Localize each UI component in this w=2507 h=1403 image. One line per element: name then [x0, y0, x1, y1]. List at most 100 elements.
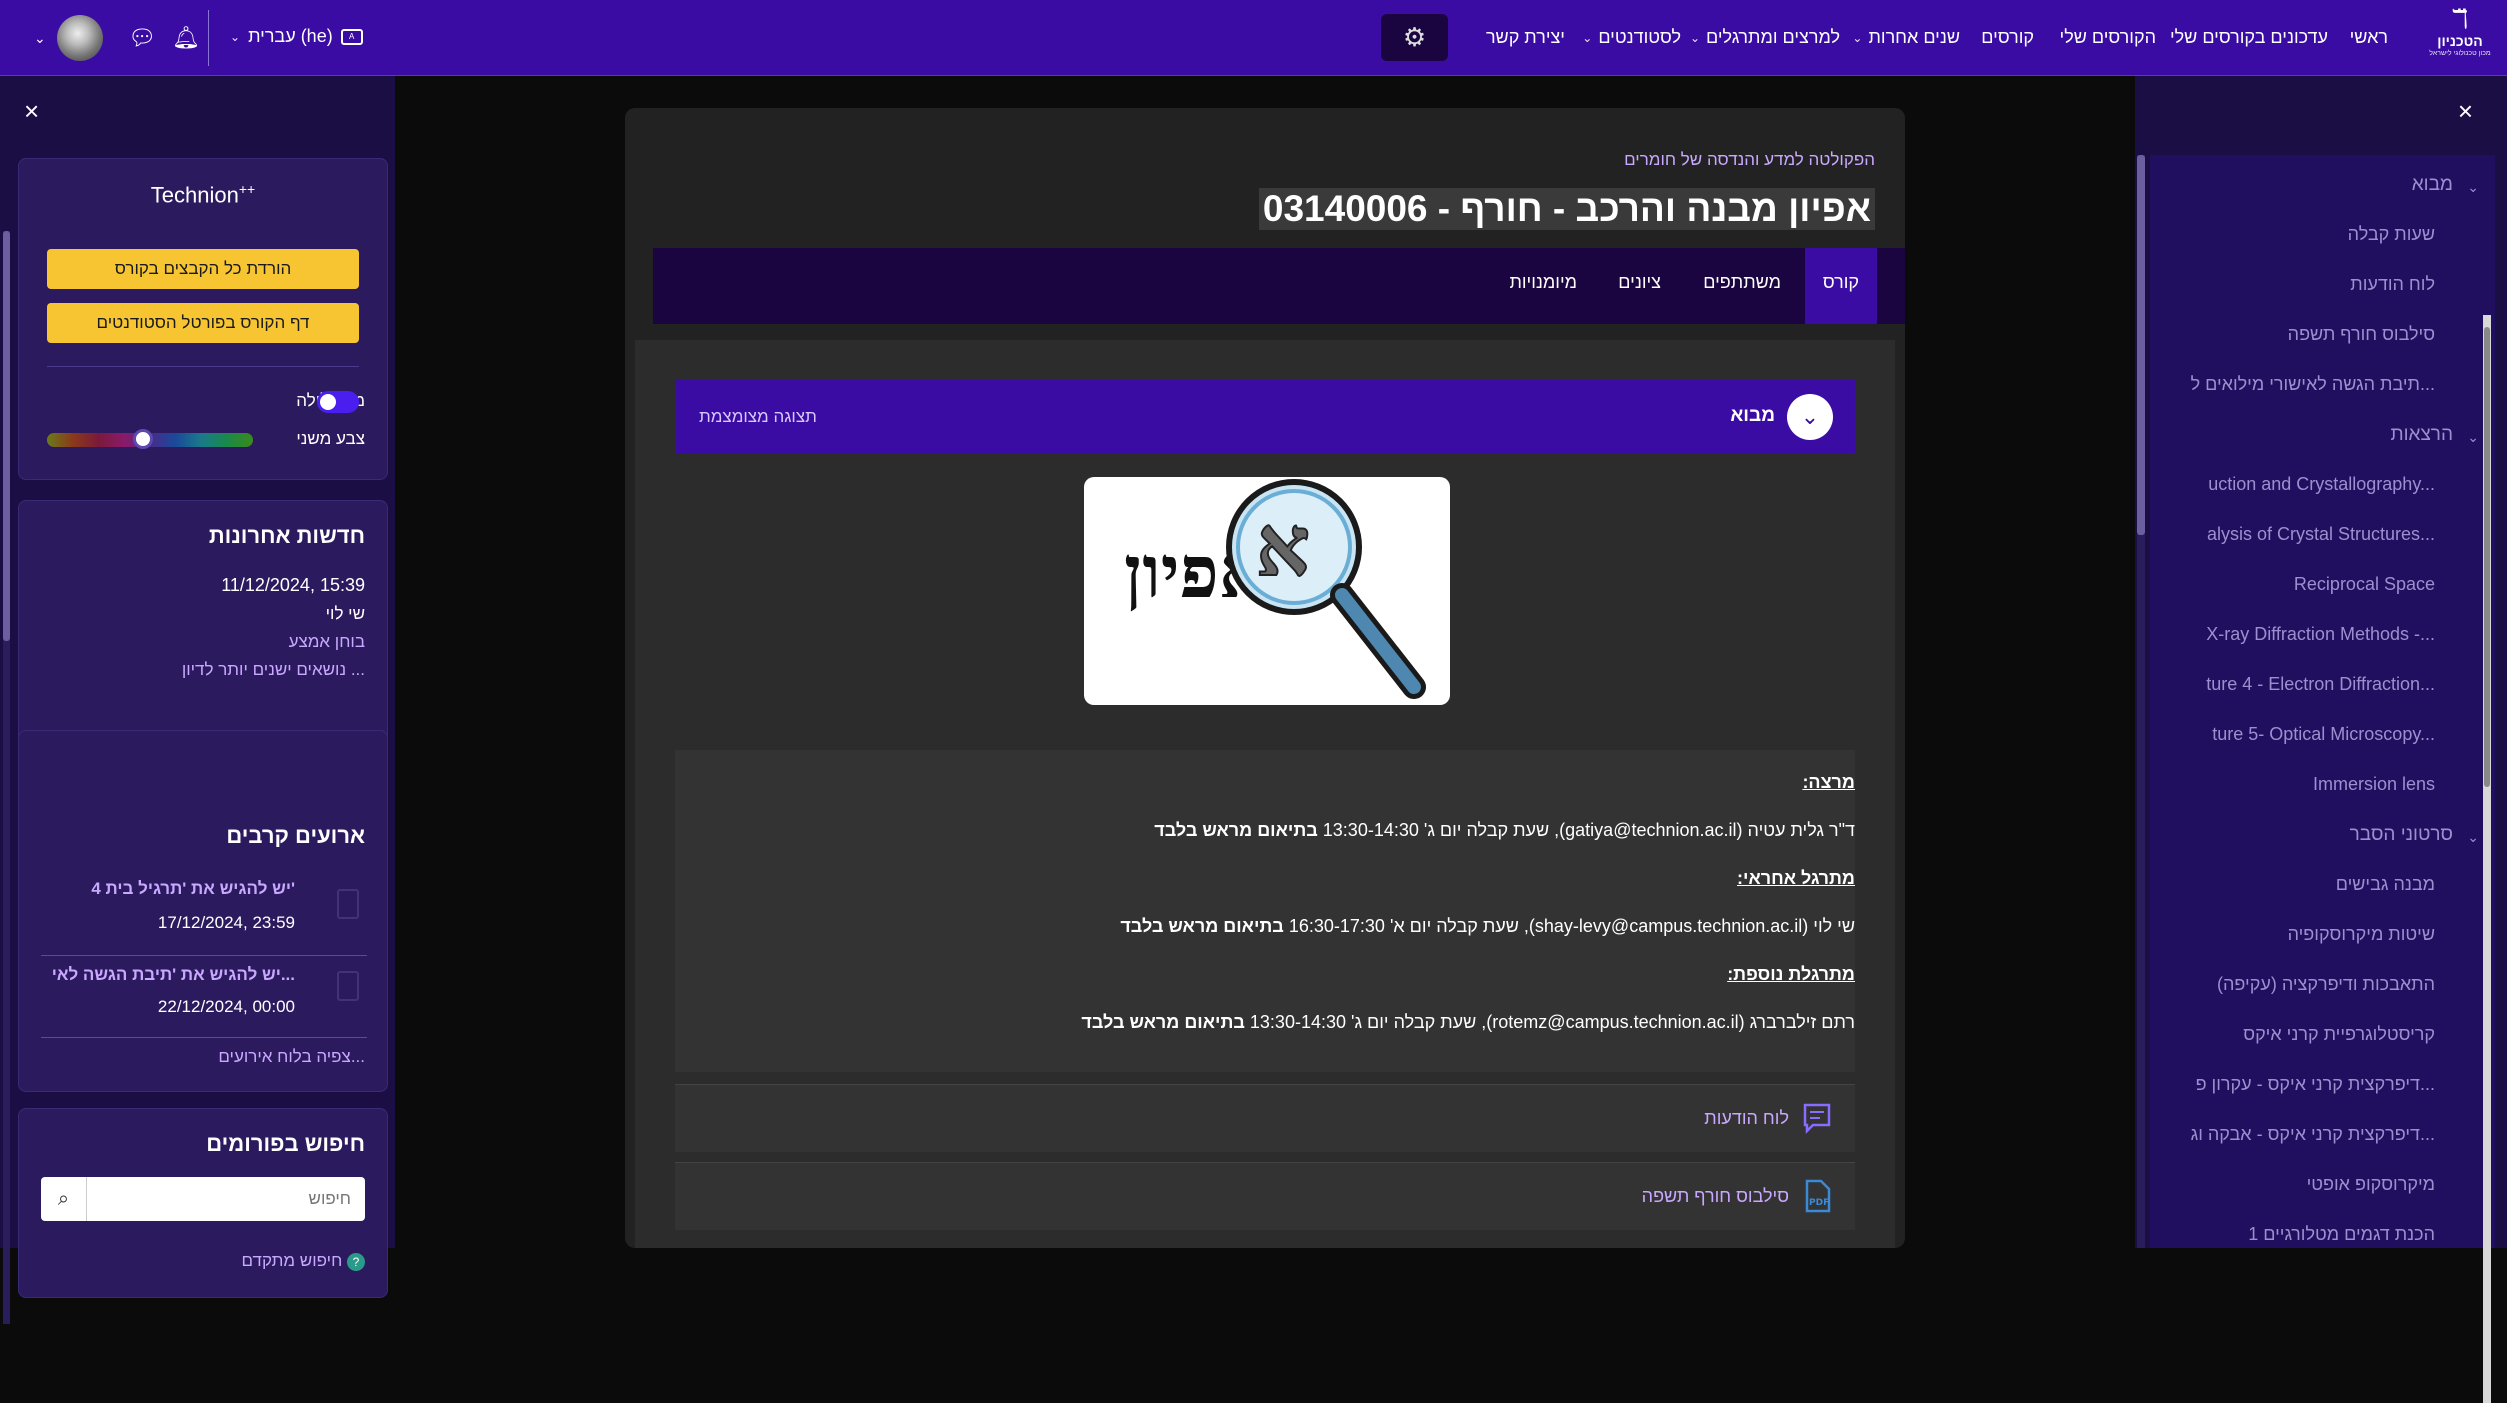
activity-syllabus[interactable]: PDF סילבוס חורף תשפה — [675, 1162, 1855, 1230]
nav-students[interactable]: ⌄ לסטודנטים — [1582, 27, 1681, 48]
nav-courses-label: קורסים — [1981, 27, 2034, 47]
tab-course[interactable]: קורס — [1804, 248, 1877, 324]
index-section[interactable]: סרטוני הסבר — [2350, 824, 2453, 846]
chevron-down-icon[interactable]: ⌄ — [2467, 179, 2479, 196]
scrollbar[interactable] — [2137, 155, 2145, 1248]
upcoming-events-block: ארועים קרבים יש להגיש את 'תרגיל בית 4' 1… — [18, 730, 388, 1092]
secondary-color-slider[interactable] — [47, 429, 253, 449]
chevron-down-icon: ⌄ — [1800, 404, 1820, 429]
index-section[interactable]: מבוא — [2412, 174, 2453, 196]
ta-line: שי לוי (shay-levy@campus.technion.ac.il)… — [1120, 916, 1855, 937]
scrollbar[interactable] — [3, 231, 10, 1324]
faculty-breadcrumb[interactable]: הפקולטה למדע והנדסה של חומרים — [1624, 150, 1875, 170]
index-item[interactable]: uction and Crystallography... — [2208, 474, 2435, 495]
chat-icon[interactable]: 💬︎ — [128, 25, 156, 51]
nav-home[interactable]: ראשי — [2350, 27, 2388, 48]
top-navbar: ℸ̈ הטכניון מכון טכנולוגי לישראל ראשי עדכ… — [0, 0, 2507, 76]
index-item[interactable]: ture 4 - Electron Diffraction... — [2206, 674, 2435, 695]
older-topics-link[interactable]: נושאים ישנים יותר לדיון ... — [182, 660, 365, 680]
tab-participants[interactable]: משתתפים — [1703, 272, 1781, 293]
activity-label[interactable]: סילבוס חורף תשפה — [1642, 1186, 1789, 1207]
index-item[interactable]: סילבוס חורף תשפה — [2288, 324, 2435, 345]
technion-logo[interactable]: ℸ̈ הטכניון מכון טכנולוגי לישראל — [2427, 5, 2493, 71]
cog-icon: ⚙ — [1402, 22, 1427, 52]
activity-forum[interactable]: לוח הודעות — [675, 1084, 1855, 1152]
compact-view-link[interactable]: תצוגה מצומצמת — [699, 407, 817, 427]
ta-heading: מתרגל אחראי: — [1737, 868, 1855, 888]
index-item[interactable]: קריסטלוגרפיית קרני איקס — [2243, 1024, 2435, 1045]
chevron-down-icon[interactable]: ⌄ — [34, 30, 46, 47]
bell-icon[interactable]: 🔔︎ — [172, 25, 200, 51]
lecturer-details: ד"ר גלית עטיה (gatiya@technion.ac.il), ש… — [1317, 820, 1855, 840]
view-calendar-link[interactable]: צפיה בלוח אירועים... — [218, 1047, 365, 1067]
index-item[interactable]: Reciprocal Space — [2294, 574, 2435, 595]
index-item[interactable]: מיקרוסקופ אופטי — [2307, 1174, 2435, 1195]
language-menu[interactable]: ⌄ עברית (he) A — [230, 26, 363, 47]
page-title: אפיון מבנה והרכב - חורף - 03140006 — [1258, 188, 1875, 230]
index-item[interactable]: דיפרקצית קרני איקס - אבקה וג... — [2191, 1124, 2435, 1145]
index-item[interactable]: ture 5- Optical Microscopy... — [2212, 724, 2435, 745]
index-item[interactable]: alysis of Crystal Structures... — [2207, 524, 2435, 545]
event-link[interactable]: יש להגיש את 'תרגיל בית 4' — [91, 879, 295, 899]
advanced-search-link[interactable]: חיפוש מתקדם ? — [242, 1251, 365, 1271]
advanced-search-label: חיפוש מתקדם — [241, 1251, 343, 1270]
news-item-link[interactable]: בוחן אמצע — [289, 632, 365, 652]
forum-search-input[interactable] — [89, 1177, 365, 1221]
settings-button[interactable]: ⚙ — [1381, 14, 1448, 61]
index-item[interactable]: התאבכות ודיפרקציה (עקיפה) — [2217, 974, 2435, 995]
index-item[interactable]: Immersion lens — [2313, 774, 2435, 795]
tab-grades[interactable]: ציונים — [1618, 272, 1661, 293]
download-all-files-button[interactable]: הורדת כל הקבצים בקורס — [47, 249, 359, 289]
close-icon[interactable]: × — [24, 96, 39, 127]
chevron-down-icon[interactable]: ⌄ — [2467, 429, 2479, 446]
assignment-icon — [337, 889, 359, 919]
scrollbar-thumb[interactable] — [3, 231, 10, 641]
night-mode-toggle[interactable] — [317, 391, 359, 413]
divider — [208, 10, 209, 66]
index-item[interactable]: שיטות מיקרוסקופיה — [2288, 924, 2435, 945]
help-icon[interactable]: ? — [347, 1253, 365, 1271]
index-item[interactable]: הכנת דגמים מטלורגיים 1 — [2248, 1224, 2435, 1245]
nav-my-courses[interactable]: הקורסים שלי — [2060, 27, 2156, 48]
student-portal-course-button[interactable]: דף הקורס בפורטל הסטודנטים — [47, 303, 359, 343]
index-item[interactable]: X-ray Diffraction Methods -... — [2206, 624, 2435, 645]
ta2-note: בתיאום מראש בלבד — [1081, 1012, 1245, 1032]
ta-note: בתיאום מראש בלבד — [1120, 916, 1284, 936]
index-item[interactable]: דיפרקצית קרני איקס - עקרון פ... — [2196, 1074, 2435, 1095]
chevron-down-icon[interactable]: ⌄ — [2467, 829, 2479, 846]
user-avatar[interactable] — [57, 15, 103, 61]
scrollbar[interactable] — [2483, 315, 2491, 1403]
collapse-section-button[interactable]: ⌄ — [1787, 394, 1833, 440]
events-title: ארועים קרבים — [226, 823, 365, 848]
block-title: Technion++ — [19, 181, 387, 208]
activity-label[interactable]: לוח הודעות — [1704, 1108, 1789, 1129]
index-item[interactable]: שעות קבלה — [2348, 224, 2435, 245]
scrollbar-thumb[interactable] — [2137, 155, 2145, 535]
tab-competencies[interactable]: מיומנויות — [1509, 272, 1577, 293]
event-link[interactable]: יש להגיש את 'תיבת הגשה לאי... — [52, 965, 295, 985]
index-section[interactable]: הרצאות — [2390, 424, 2453, 446]
slider-handle[interactable] — [133, 429, 153, 449]
nav-other-years[interactable]: ⌄ שנים אחרות — [1852, 27, 1960, 48]
nav-contact[interactable]: יצירת קשר — [1486, 27, 1565, 48]
scrollbar-thumb[interactable] — [2484, 327, 2490, 787]
index-item[interactable]: תיבת הגשה לאישורי מילואים ל... — [2191, 374, 2435, 395]
divider — [47, 366, 359, 367]
nav-other-years-label: שנים אחרות — [1868, 27, 1960, 47]
chevron-down-icon: ⌄ — [230, 29, 241, 44]
nav-courses[interactable]: קורסים — [1981, 27, 2034, 48]
ta-details: שי לוי (shay-levy@campus.technion.ac.il)… — [1283, 916, 1855, 936]
divider — [41, 1037, 367, 1038]
course-content: ⌄ מבוא תצוגה מצומצמת אפיון א מרצה: ד"ר ג… — [635, 340, 1895, 1248]
search-button[interactable]: ⌕ — [41, 1177, 87, 1221]
index-item[interactable]: לוח הודעות — [2350, 274, 2435, 295]
technion-pp-title: Technion — [150, 182, 239, 208]
assignment-icon — [337, 971, 359, 1001]
index-item[interactable]: מבנה גבישים — [2336, 874, 2435, 895]
close-icon[interactable]: × — [2458, 96, 2473, 127]
nav-my-course-updates[interactable]: עדכונים בקורסים שלי — [2170, 27, 2328, 48]
toggle-knob — [320, 394, 336, 410]
language-label: עברית (he) — [248, 26, 333, 46]
technion-emblem-icon: ℸ̈ — [2451, 4, 2469, 34]
nav-staff[interactable]: ⌄ למרצים ומתרגלים — [1690, 27, 1840, 48]
